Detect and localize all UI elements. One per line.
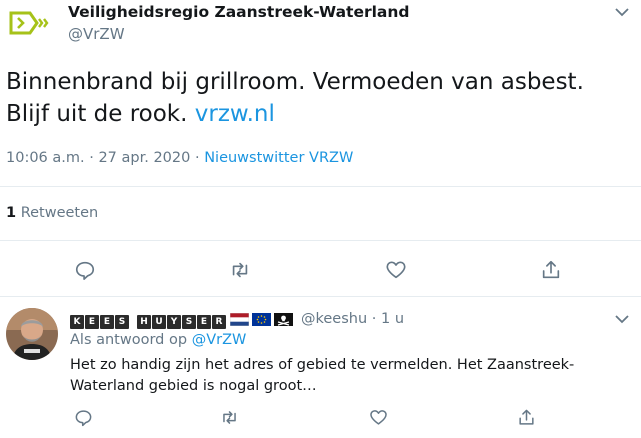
reply-to-mention[interactable]: @VrZW [192, 332, 247, 348]
meta-separator: · [194, 150, 200, 166]
netherlands-flag-icon [230, 312, 249, 326]
reply-header: KEESHUYSER @keeshu · 1 u [70, 309, 404, 329]
name-letter: E [85, 315, 99, 329]
tweet-link[interactable]: vrzw.nl [195, 101, 275, 127]
reply-author-name[interactable]: KEESHUYSER [70, 309, 227, 329]
name-letter: H [137, 315, 151, 329]
jolly-roger-flag-icon [274, 312, 293, 326]
name-letter: U [152, 315, 166, 329]
reply-time[interactable]: 1 u [381, 311, 404, 327]
share-icon[interactable] [538, 257, 564, 283]
name-letter: K [70, 315, 84, 329]
retweet-stats[interactable]: 1 Retweeten [6, 205, 98, 221]
tweet-source[interactable]: Nieuwstwitter VRZW [204, 150, 353, 166]
vrzw-logo-icon[interactable] [8, 9, 50, 37]
divider [0, 186, 641, 187]
name-letter: S [115, 315, 129, 329]
retweet-count: 1 [6, 205, 17, 221]
retweet-icon[interactable] [216, 404, 242, 430]
reply-tweet: KEESHUYSER @keeshu · 1 u Als antwoord op… [0, 297, 641, 438]
chevron-down-icon[interactable] [613, 311, 631, 325]
tweet-time[interactable]: 10:06 a.m. [6, 150, 85, 166]
reply-author-handle[interactable]: @keeshu · 1 u [301, 311, 404, 327]
eu-flag-icon [252, 312, 271, 326]
author-name[interactable]: Veiligheidsregio Zaanstreek-Waterland [68, 3, 410, 21]
retweet-icon[interactable] [227, 257, 253, 283]
tweet-date[interactable]: 27 apr. 2020 [98, 150, 190, 166]
divider [0, 240, 641, 241]
name-letter: R [212, 315, 226, 329]
name-letter: Y [167, 315, 181, 329]
reply-icon[interactable] [72, 257, 98, 283]
name-letter: S [182, 315, 196, 329]
name-letter: E [197, 315, 211, 329]
reply-text: Het zo handig zijn het adres of gebied t… [70, 357, 575, 394]
chevron-down-icon[interactable] [613, 4, 631, 18]
retweet-label: Retweeten [20, 205, 99, 221]
meta-separator: · [371, 311, 377, 327]
author-handle[interactable]: @VrZW [68, 25, 125, 43]
tweet-meta: 10:06 a.m. · 27 apr. 2020 · Nieuwstwitte… [6, 150, 353, 166]
reply-to-label: Als antwoord op [70, 332, 188, 348]
like-icon[interactable] [383, 257, 409, 283]
avatar[interactable] [6, 308, 58, 360]
meta-separator: · [89, 150, 94, 166]
tweet-body: Binnenbrand bij grillroom. Vermoeden van… [6, 69, 584, 127]
name-letter: E [100, 315, 114, 329]
share-icon[interactable] [513, 404, 539, 430]
reply-handle-text: @keeshu [301, 311, 368, 327]
like-icon[interactable] [365, 404, 391, 430]
reply-context: Als antwoord op @VrZW [70, 332, 246, 348]
main-tweet: Veiligheidsregio Zaanstreek-Waterland @V… [0, 0, 641, 297]
reply-icon[interactable] [70, 404, 96, 430]
tweet-text: Binnenbrand bij grillroom. Vermoeden van… [6, 66, 631, 130]
